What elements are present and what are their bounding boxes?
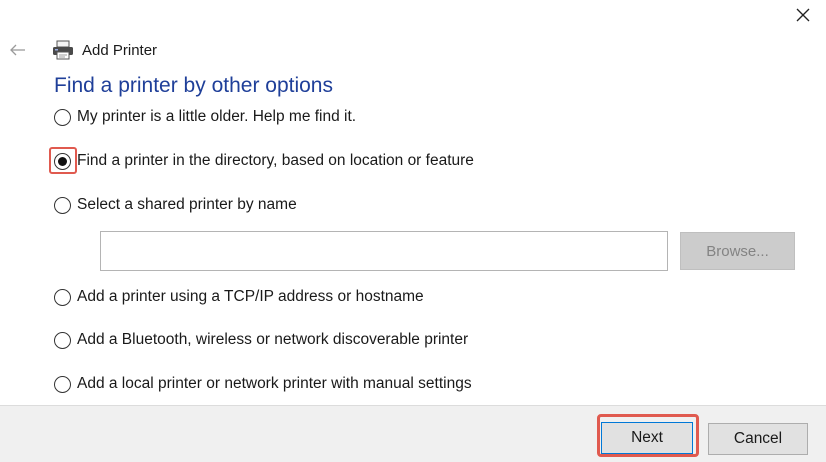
radio-older-printer[interactable] — [54, 108, 71, 126]
shared-printer-name-input[interactable] — [100, 231, 668, 271]
option-older-printer[interactable]: My printer is a little older. Help me fi… — [54, 106, 356, 128]
option-local-manual-label: Add a local printer or network printer w… — [77, 375, 472, 392]
close-button[interactable] — [780, 0, 826, 30]
printer-icon — [52, 40, 74, 60]
browse-button[interactable]: Browse... — [680, 232, 795, 270]
option-shared-printer[interactable]: Select a shared printer by name — [54, 194, 297, 216]
radio-tcpip[interactable] — [54, 288, 71, 306]
window-header: Add Printer — [52, 38, 157, 62]
option-older-printer-label: My printer is a little older. Help me fi… — [77, 108, 357, 125]
option-bluetooth-wireless[interactable]: Add a Bluetooth, wireless or network dis… — [54, 329, 468, 351]
option-directory-search-label: Find a printer in the directory, based o… — [77, 152, 474, 169]
page-heading: Find a printer by other options — [54, 74, 333, 97]
window-title: Add Printer — [82, 41, 158, 59]
add-printer-window: Add Printer Find a printer by other opti… — [0, 0, 826, 462]
radio-bluetooth-wireless[interactable] — [54, 331, 71, 349]
back-arrow-icon — [10, 44, 25, 56]
option-shared-printer-label: Select a shared printer by name — [77, 196, 297, 213]
radio-shared-printer[interactable] — [54, 196, 71, 214]
option-tcpip-label: Add a printer using a TCP/IP address or … — [77, 288, 424, 305]
cancel-button[interactable]: Cancel — [708, 423, 808, 455]
radio-directory-search[interactable] — [54, 152, 71, 170]
option-directory-search[interactable]: Find a printer in the directory, based o… — [54, 150, 474, 172]
close-icon — [796, 8, 810, 22]
option-bluetooth-wireless-label: Add a Bluetooth, wireless or network dis… — [77, 331, 469, 348]
dialog-footer: Next Cancel — [0, 405, 826, 462]
option-local-manual[interactable]: Add a local printer or network printer w… — [54, 373, 472, 395]
back-button[interactable] — [6, 38, 30, 62]
radio-local-manual[interactable] — [54, 375, 71, 393]
option-tcpip[interactable]: Add a printer using a TCP/IP address or … — [54, 286, 424, 308]
next-button[interactable]: Next — [601, 422, 693, 454]
